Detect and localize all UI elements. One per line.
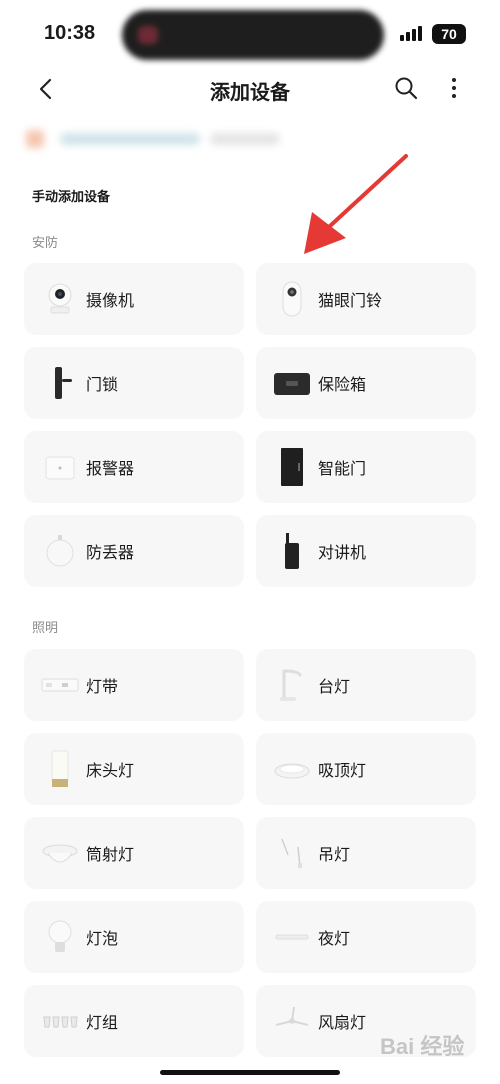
device-label: 吸顶灯 bbox=[318, 761, 367, 780]
device-label: 智能门 bbox=[318, 459, 367, 478]
device-card-bedside-lamp[interactable]: 床头灯 bbox=[24, 733, 244, 805]
door-lock-icon bbox=[55, 367, 72, 399]
pendant-light-icon bbox=[281, 838, 302, 868]
device-label: 灯泡 bbox=[86, 929, 119, 948]
bedside-lamp-icon bbox=[51, 750, 69, 787]
device-card-night-light[interactable]: 夜灯 bbox=[256, 901, 476, 973]
desk-lamp-icon bbox=[280, 669, 302, 701]
night-light-icon bbox=[275, 934, 309, 940]
blurred-notification bbox=[122, 10, 384, 60]
device-label: 猫眼门铃 bbox=[318, 291, 383, 310]
group-label-lighting: 照明 bbox=[32, 621, 59, 636]
device-card-peephole-doorbell[interactable]: 猫眼门铃 bbox=[256, 263, 476, 335]
blurred-banner bbox=[20, 124, 280, 154]
device-card-light-bulb[interactable]: 灯泡 bbox=[24, 901, 244, 973]
device-label: 灯带 bbox=[86, 677, 119, 696]
device-card-pendant-light[interactable]: 吊灯 bbox=[256, 817, 476, 889]
light-group-icon bbox=[43, 1016, 78, 1028]
baidu-watermark: Bai 经验 bbox=[380, 1034, 464, 1059]
device-label: 吊灯 bbox=[318, 845, 351, 864]
ceiling-light-icon bbox=[274, 763, 310, 779]
device-label: 台灯 bbox=[318, 677, 351, 696]
status-time: 10:38 bbox=[44, 22, 96, 44]
peephole-doorbell-icon bbox=[282, 281, 302, 317]
walkie-talkie-icon bbox=[285, 533, 299, 569]
device-card-downlight[interactable]: 筒射灯 bbox=[24, 817, 244, 889]
battery-badge: 70 bbox=[432, 24, 466, 44]
section-heading: 手动添加设备 bbox=[32, 190, 111, 205]
alarm-icon bbox=[45, 456, 75, 480]
status-bar: 10:38 70 bbox=[0, 0, 500, 70]
camera-icon bbox=[48, 283, 72, 314]
device-card-light-strip[interactable]: 灯带 bbox=[24, 649, 244, 721]
annotation-arrow bbox=[304, 154, 408, 254]
home-indicator[interactable] bbox=[160, 1070, 340, 1075]
device-card-smart-door[interactable]: 智能门 bbox=[256, 431, 476, 503]
device-label: 灯组 bbox=[86, 1013, 119, 1032]
device-label: 防丢器 bbox=[86, 543, 135, 562]
device-card-walkie-talkie[interactable]: 对讲机 bbox=[256, 515, 476, 587]
back-icon[interactable] bbox=[36, 78, 56, 100]
signal-icon bbox=[400, 25, 426, 43]
group-label-security: 安防 bbox=[32, 236, 59, 251]
device-label: 摄像机 bbox=[86, 291, 135, 310]
device-label: 门锁 bbox=[86, 375, 119, 394]
device-label: 保险箱 bbox=[318, 375, 367, 394]
page-title: 添加设备 bbox=[210, 80, 290, 104]
downlight-icon bbox=[42, 844, 78, 863]
anti-loss-tag-icon bbox=[46, 535, 74, 567]
device-card-safe-box[interactable]: 保险箱 bbox=[256, 347, 476, 419]
device-label: 报警器 bbox=[86, 459, 135, 478]
device-label: 对讲机 bbox=[318, 543, 367, 562]
device-card-desk-lamp[interactable]: 台灯 bbox=[256, 649, 476, 721]
fan-light-icon bbox=[275, 1006, 309, 1026]
safe-box-icon bbox=[274, 373, 310, 395]
more-icon[interactable] bbox=[444, 76, 464, 100]
light-strip-icon bbox=[41, 678, 79, 692]
device-label: 风扇灯 bbox=[318, 1013, 367, 1032]
device-card-light-group[interactable]: 灯组 bbox=[24, 985, 244, 1057]
device-label: 筒射灯 bbox=[86, 845, 135, 864]
device-card-ceiling-light[interactable]: 吸顶灯 bbox=[256, 733, 476, 805]
light-bulb-icon bbox=[48, 920, 72, 952]
device-card-anti-loss[interactable]: 防丢器 bbox=[24, 515, 244, 587]
nav-bar: 添加设备 bbox=[0, 66, 500, 112]
search-icon[interactable] bbox=[394, 76, 418, 100]
device-card-door-lock[interactable]: 门锁 bbox=[24, 347, 244, 419]
device-card-alarm[interactable]: 报警器 bbox=[24, 431, 244, 503]
device-label: 夜灯 bbox=[318, 929, 351, 948]
device-label: 床头灯 bbox=[86, 761, 135, 780]
svg-text:Bai 经验: Bai 经验 bbox=[380, 1034, 464, 1059]
smart-door-icon bbox=[281, 448, 303, 486]
device-card-camera[interactable]: 摄像机 bbox=[24, 263, 244, 335]
